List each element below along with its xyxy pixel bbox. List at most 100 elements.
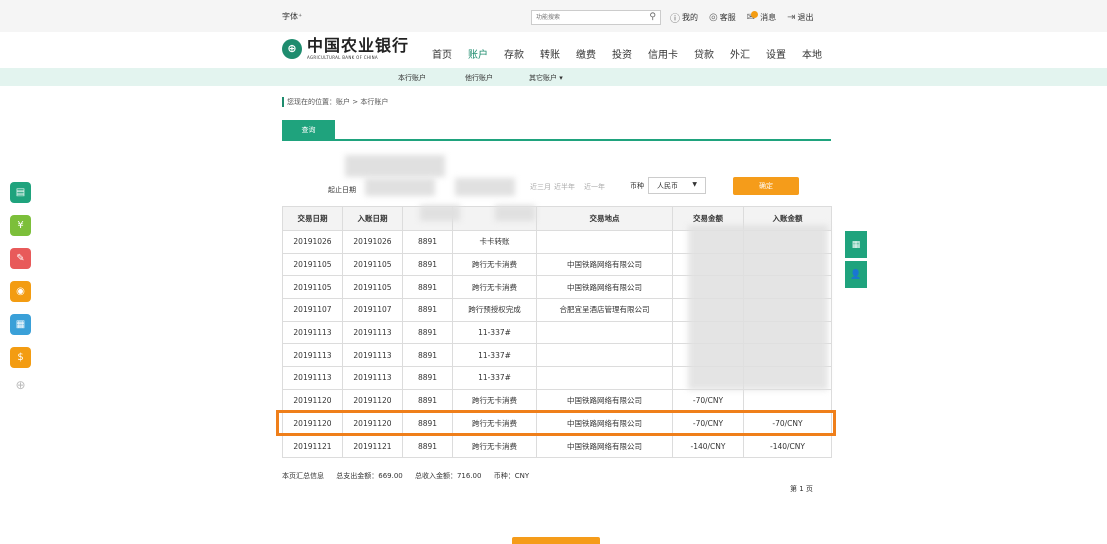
subnav-other-bank-accounts[interactable]: 他行账户: [465, 73, 493, 83]
cell-card: 8891: [402, 252, 453, 277]
quick-range-6m[interactable]: 近半年: [554, 182, 575, 192]
cell-post-date: 20191120: [342, 388, 403, 413]
bottom-action-button[interactable]: [512, 537, 600, 544]
cell-location: [536, 230, 673, 254]
cell-location: [536, 343, 673, 368]
cell-trade-date: 20191121: [282, 434, 343, 458]
cell-trade-date: 20191105: [282, 252, 343, 277]
logout-icon: ⇥: [787, 12, 796, 23]
yuan-icon[interactable]: ¥: [10, 215, 31, 236]
logo-subtitle: AGRICULTURAL BANK OF CHINA: [307, 55, 378, 60]
font-size-toggle[interactable]: 字体⁺: [282, 11, 302, 22]
nav-local[interactable]: 本地: [802, 46, 822, 61]
chevron-down-icon: ▼: [692, 181, 697, 188]
cell-trade-date: 20191113: [282, 320, 343, 345]
cell-card: 8891: [402, 320, 453, 345]
dollar-icon[interactable]: $: [10, 347, 31, 368]
cell-post-date: 20191105: [342, 252, 403, 277]
cell-location: 中国铁路网络有限公司: [536, 388, 673, 413]
page-summary: 本页汇总信息 总支出金额：669.00 总收入金额：716.00 币种：CNY: [282, 471, 539, 481]
messages-link[interactable]: ✉ 消息: [747, 10, 776, 25]
cell-location: 中国铁路网络有限公司: [536, 434, 673, 458]
my-account-link[interactable]: ⓘ 我的: [670, 10, 698, 25]
user-icon: ⓘ: [670, 14, 680, 25]
cell-post-date: 20191105: [342, 275, 403, 300]
card-icon[interactable]: ▤: [10, 182, 31, 203]
currency-value: 人民币: [657, 182, 678, 190]
cell-location: [536, 320, 673, 345]
chart-icon[interactable]: ✎: [10, 248, 31, 269]
highlight-row-box: [276, 410, 836, 436]
nav-investment[interactable]: 投资: [612, 46, 632, 61]
nav-payment[interactable]: 缴费: [576, 46, 596, 61]
cell-purpose: 跨行预授权完成: [452, 298, 537, 322]
headset-icon: ◎: [709, 12, 718, 23]
redacted-amounts: [688, 225, 828, 390]
subnav-other-accounts[interactable]: 其它账户 ▾: [529, 73, 563, 83]
table-row: 20191121 20191121 8891 跨行无卡消费 中国铁路网络有限公司 -140…: [282, 434, 832, 458]
search-input[interactable]: [532, 11, 640, 24]
redacted-purpose-header: [495, 205, 535, 221]
customer-service-link[interactable]: ◎ 客服: [709, 10, 736, 25]
cell-location: [536, 366, 673, 390]
cell-trade-amount: -140/CNY: [672, 434, 744, 458]
cell-trade-date: 20191107: [282, 298, 343, 322]
currency-select[interactable]: 人民币 ▼: [648, 177, 706, 194]
cell-location: 中国铁路网络有限公司: [536, 275, 673, 300]
nav-deposit[interactable]: 存款: [504, 46, 524, 61]
nav-settings[interactable]: 设置: [766, 46, 786, 61]
end-date-field[interactable]: [455, 178, 515, 196]
pager: 第 1 页: [790, 485, 813, 493]
cell-trade-date: 20191026: [282, 230, 343, 254]
top-bar: 字体⁺ ⚲ ⓘ我的 ◎客服 ✉消息 ⇥退出: [0, 0, 1107, 32]
bank-logo[interactable]: ⊕ 中国农业银行 AGRICULTURAL BANK OF CHINA: [282, 37, 409, 60]
cell-card: 8891: [402, 275, 453, 300]
nav-home[interactable]: 首页: [432, 46, 452, 61]
cell-card: 8891: [402, 343, 453, 368]
search-box[interactable]: ⚲: [531, 10, 661, 25]
cell-trade-date: 20191120: [282, 388, 343, 413]
add-shortcut-icon[interactable]: ⊕: [10, 378, 31, 392]
transfer-icon[interactable]: ▦: [10, 314, 31, 335]
col-location: 交易地点: [536, 206, 673, 231]
quick-range-3m[interactable]: 近三月: [530, 182, 551, 192]
cell-trade-date: 20191105: [282, 275, 343, 300]
cell-post-date: 20191107: [342, 298, 403, 322]
sub-nav: 本行账户 他行账户 其它账户 ▾: [0, 68, 1107, 86]
grid-icon: ▦: [851, 239, 861, 250]
cell-trade-amount: -70/CNY: [672, 388, 744, 413]
cell-card: 8891: [402, 366, 453, 390]
cell-trade-date: 20191113: [282, 366, 343, 390]
coins-icon[interactable]: ◉: [10, 281, 31, 302]
float-tab-service[interactable]: ▦: [845, 231, 867, 258]
float-tab-user[interactable]: 👤: [845, 261, 867, 288]
search-icon[interactable]: ⚲: [649, 12, 656, 22]
nav-account[interactable]: 账户: [468, 46, 488, 61]
summary-currency: 币种：CNY: [493, 472, 530, 480]
cell-post-date: 20191113: [342, 366, 403, 390]
cell-card: 8891: [402, 298, 453, 322]
confirm-button[interactable]: 确定: [733, 177, 799, 195]
nav-transfer[interactable]: 转账: [540, 46, 560, 61]
cell-location: 合肥宜呈酒店管理有限公司: [536, 298, 673, 322]
cell-post-amount: -140/CNY: [743, 434, 832, 458]
start-date-field[interactable]: [365, 178, 435, 196]
tab-query[interactable]: 查询: [282, 120, 335, 140]
nav-forex[interactable]: 外汇: [730, 46, 750, 61]
cell-trade-date: 20191113: [282, 343, 343, 368]
cell-purpose: 跨行无卡消费: [452, 434, 537, 458]
message-badge: [751, 10, 759, 18]
subnav-own-accounts[interactable]: 本行账户: [398, 73, 426, 83]
side-quick-icons: ▤ ¥ ✎ ◉ ▦ $ ⊕: [10, 182, 31, 392]
quick-range-1y[interactable]: 近一年: [584, 182, 605, 192]
logout-link[interactable]: ⇥ 退出: [787, 10, 813, 25]
col-trade-date: 交易日期: [282, 206, 343, 231]
nav-credit-card[interactable]: 信用卡: [648, 46, 678, 61]
logo-title: 中国农业银行: [307, 36, 410, 55]
redacted-card-header: [420, 205, 460, 221]
cell-post-date: 20191121: [342, 434, 403, 458]
nav-loan[interactable]: 贷款: [694, 46, 714, 61]
cell-purpose: 跨行无卡消费: [452, 388, 537, 413]
date-range-label: 起止日期: [328, 186, 356, 194]
cell-post-date: 20191113: [342, 343, 403, 368]
